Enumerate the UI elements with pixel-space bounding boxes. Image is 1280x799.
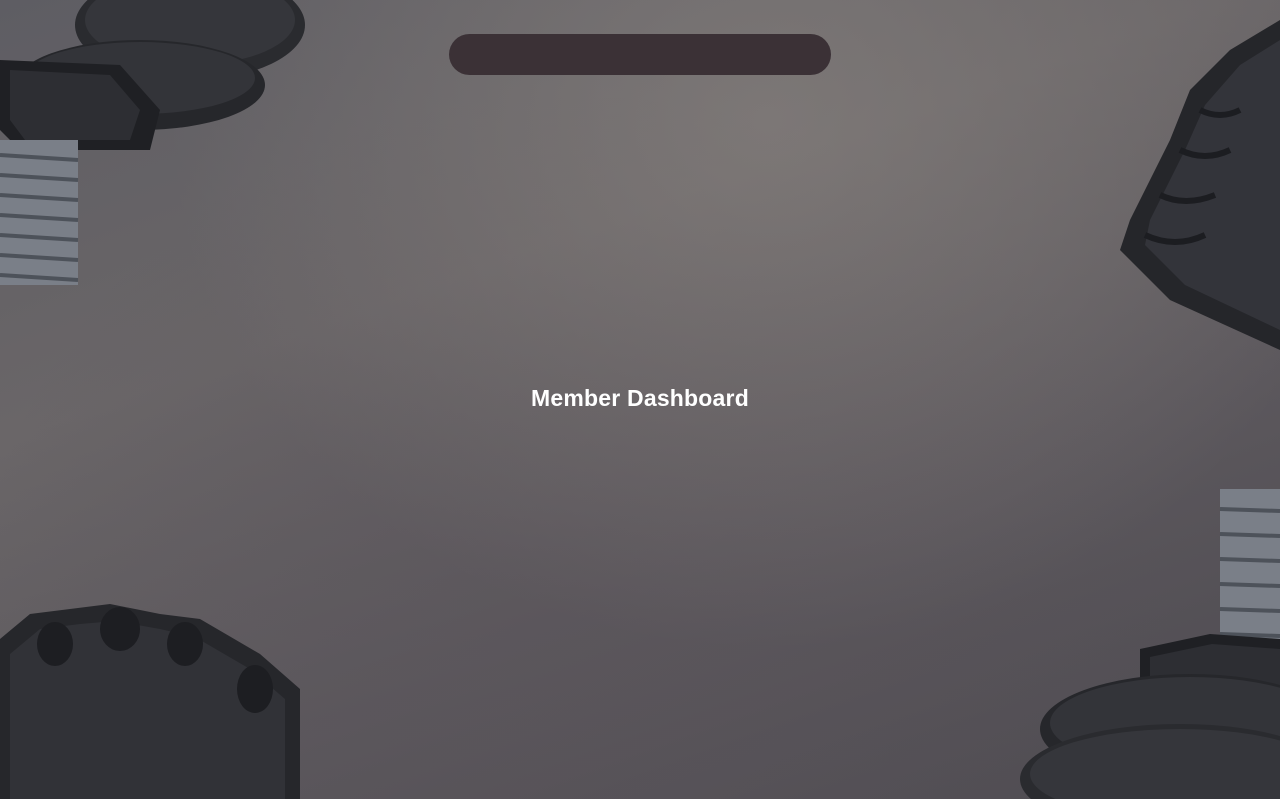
fitness-glove-image (0, 604, 300, 799)
top-search-bar[interactable] (449, 34, 831, 75)
fitness-glove-image (1120, 20, 1280, 350)
dumbbell-image (0, 0, 305, 285)
page: { "main": { "title": "Member Dashboard" … (0, 0, 1280, 799)
dumbbell-image (1020, 489, 1280, 799)
page-title: Member Dashboard (531, 385, 749, 411)
